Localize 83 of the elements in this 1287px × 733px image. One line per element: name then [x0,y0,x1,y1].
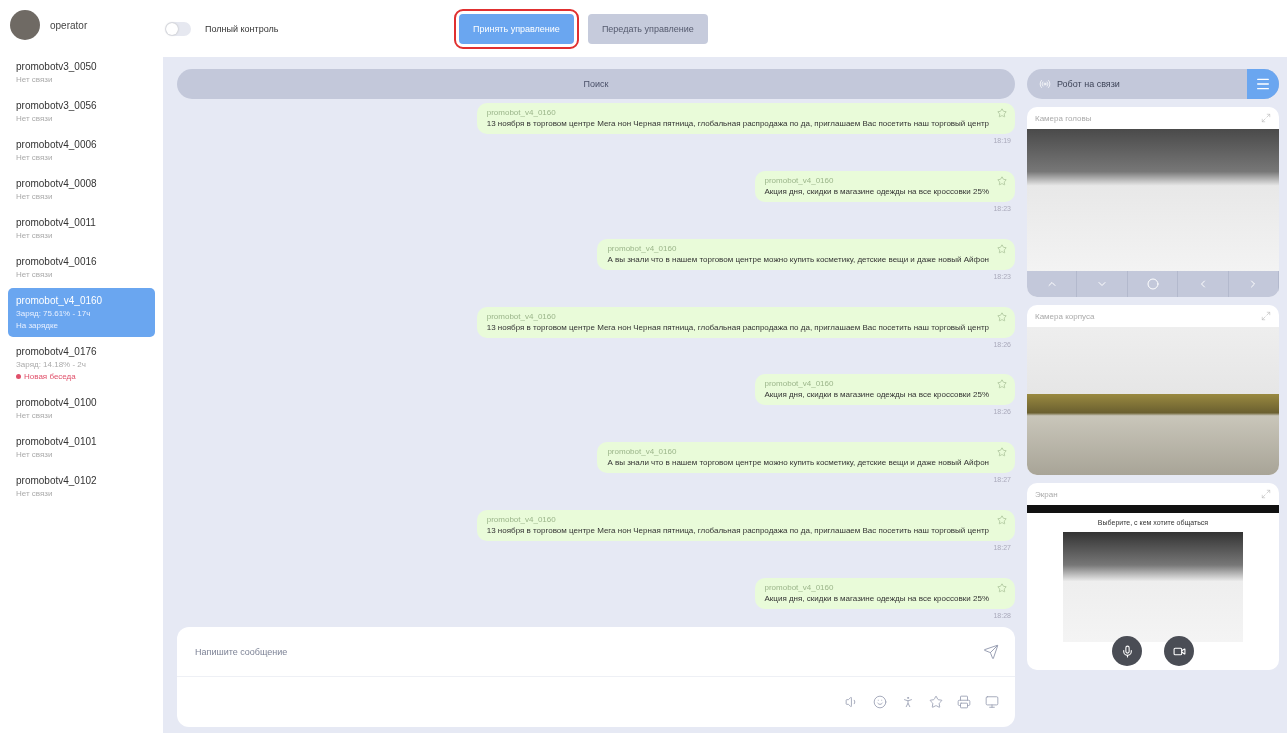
message-sender: promobot_v4_0160 [764,175,835,185]
microphone-icon [1120,644,1134,658]
smiley-icon[interactable] [873,695,887,709]
robot-status: Нет связи [16,411,54,420]
star-icon[interactable] [997,447,1007,458]
toggle-switch[interactable] [165,21,191,36]
robot-status: Нет связи [16,489,54,498]
message-text: А вы знали что в нашем торговом центре можно купить косметику, детские вещи и даже новый Айфон [607,254,989,264]
message-sender: promobot_v4_0160 [486,108,557,117]
star-icon[interactable] [997,175,1007,186]
robot-name: promobotv4_0101 [16,436,98,447]
robot-name: promobotv3_0050 [16,61,98,72]
robot-list-item[interactable]: promobotv4_0102 Нет связи [8,468,155,505]
video-button[interactable] [1164,636,1194,666]
robot-list-item[interactable]: promobotv4_0176 Заряд: 14.18% - 2ч Новая беседа [8,339,155,388]
user-name: operator [50,19,88,31]
robot-status: Заряд: 14.18% - 2ч [16,360,87,369]
message-sender: promobot_v4_0160 [764,582,835,592]
message-sender: promobot_v4_0160 [486,515,557,525]
robot-status: Нет связи [16,75,54,84]
send-icon[interactable] [983,643,999,660]
robot-list-item[interactable]: promobotv4_0100 Нет связи [8,390,155,427]
robot-name: promobotv4_0011 [16,217,97,228]
robot-status-label: Робот на связи [1057,79,1120,89]
star-icon[interactable] [997,243,1007,254]
message-text: 13 ноября в торговом центре Мега нон Черная пятница, глобальная распродажа по да, приглашаем Вас посетить наш торговый центр [486,526,989,536]
message-text: Акция дня, скидки в магазине одежды на все кроссовки 25% [764,186,989,196]
robot-name: promobotv4_0008 [16,178,98,189]
robot-status: Нет связи [16,114,54,123]
message-sender: promobot_v4_0160 [607,447,678,457]
robot-name: promobotv4_0102 [16,475,98,486]
robot-list-item[interactable]: promobotv4_0011 Нет связи [8,210,155,247]
message-text: Акция дня, скидки в магазине одежды на все кроссовки 25% [764,593,989,603]
circle-icon [1146,278,1159,290]
panel-title: Камера головы [1035,113,1092,123]
star-icon[interactable] [997,515,1007,526]
message-text: А вы знали что в нашем торговом центре можно купить косметику, детские вещи и даже новый Айфон [607,458,989,468]
star-icon[interactable] [997,379,1007,390]
panel-title: Камера корпуса [1035,311,1095,321]
robot-status: Нет связи [16,231,54,240]
message-sender: promobot_v4_0160 [764,379,835,389]
robot-name: promobotv4_0006 [16,139,98,150]
robot-list-item[interactable]: promobotv4_0008 Нет связи [8,171,155,208]
avatar [10,10,40,40]
search-field[interactable]: Поиск [177,69,1015,99]
robot-list-item[interactable]: promobotv3_0056 Нет связи [8,93,155,130]
menu-button[interactable] [1247,69,1279,99]
robot-status: Нет связи [16,450,54,459]
star-icon[interactable] [997,311,1007,322]
robot-list-item[interactable]: promobotv4_0016 Нет связи [8,249,155,286]
robot-status: Заряд: 75.61% - 17ч [16,309,92,318]
robot-list-item[interactable]: promobotv4_0006 Нет связи [8,132,155,169]
panel-title: Экран [1035,489,1058,499]
menu-icon [1255,76,1271,92]
robot-name: promobotv4_0016 [16,256,98,267]
robot-status: Нет связи [16,192,54,201]
robot-status: На зарядке [16,321,59,330]
message-text: 13 ноября в торговом центре Мега нон Черная пятница, глобальная распродажа по да, приглашаем Вас посетить наш торговый центр [486,119,989,128]
printer-icon[interactable] [957,695,971,709]
monitor-icon[interactable] [985,695,999,709]
message-sender: promobot_v4_0160 [486,311,557,321]
toggle-label: Полный контроль [205,23,280,34]
expand-icon[interactable] [1261,311,1271,321]
robot-name: promobotv4_0100 [16,397,98,408]
person-icon[interactable] [901,695,915,709]
robot-status: Нет связи [16,153,54,162]
message-text: 13 ноября в торговом центре Мега нон Черная пятница, глобальная распродажа по да, приглашаем Вас посетить наш торговый центр [486,322,989,332]
message-sender: promobot_v4_0160 [607,243,678,253]
robot-name: promobot_v4_0160 [16,295,104,306]
expand-icon[interactable] [1261,113,1271,123]
message-text: Акция дня, скидки в магазине одежды на все кроссовки 25% [764,390,989,400]
expand-icon[interactable] [1261,489,1271,499]
robot-status: Нет связи [16,270,54,279]
star-icon[interactable] [997,108,1007,118]
notice-text: Новая беседа [24,372,76,381]
robot-name: promobotv4_0176 [16,346,98,357]
robot-name: promobotv3_0056 [16,100,98,111]
star-icon[interactable] [997,582,1007,593]
microphone-button[interactable] [1112,636,1142,666]
robot-list-item[interactable]: promobotv4_0101 Нет связи [8,429,155,466]
signal-icon [1039,78,1051,90]
robot-list-item[interactable]: promobotv3_0050 Нет связи [8,54,155,91]
star-icon[interactable] [929,695,943,709]
